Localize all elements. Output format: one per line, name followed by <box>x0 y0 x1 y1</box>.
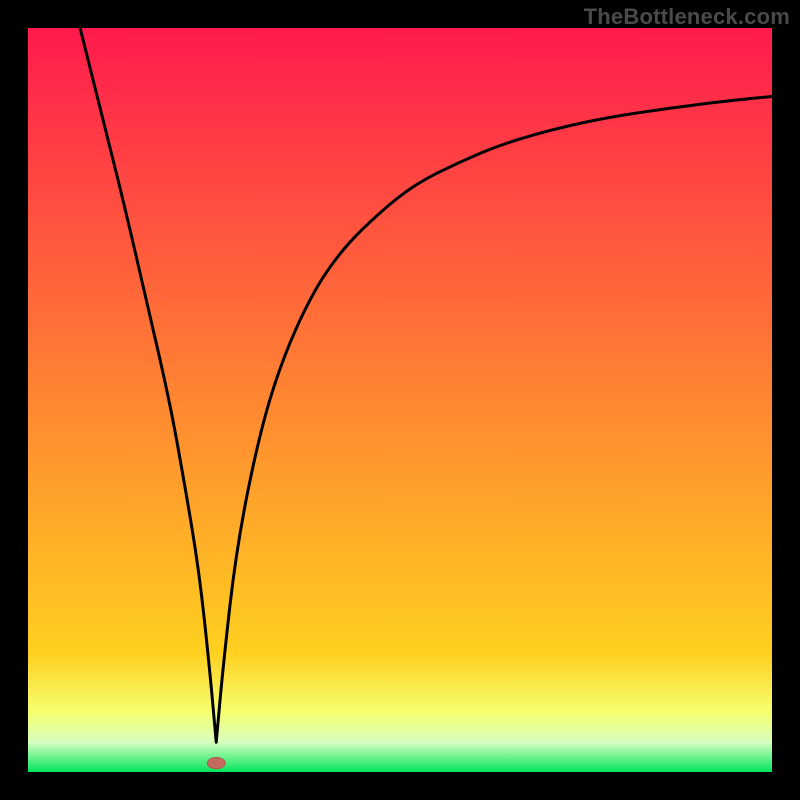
chart-frame: TheBottleneck.com <box>0 0 800 800</box>
optimum-marker <box>207 757 225 768</box>
bottleneck-chart <box>28 28 772 772</box>
gradient-background <box>28 28 772 772</box>
watermark-text: TheBottleneck.com <box>584 4 790 30</box>
